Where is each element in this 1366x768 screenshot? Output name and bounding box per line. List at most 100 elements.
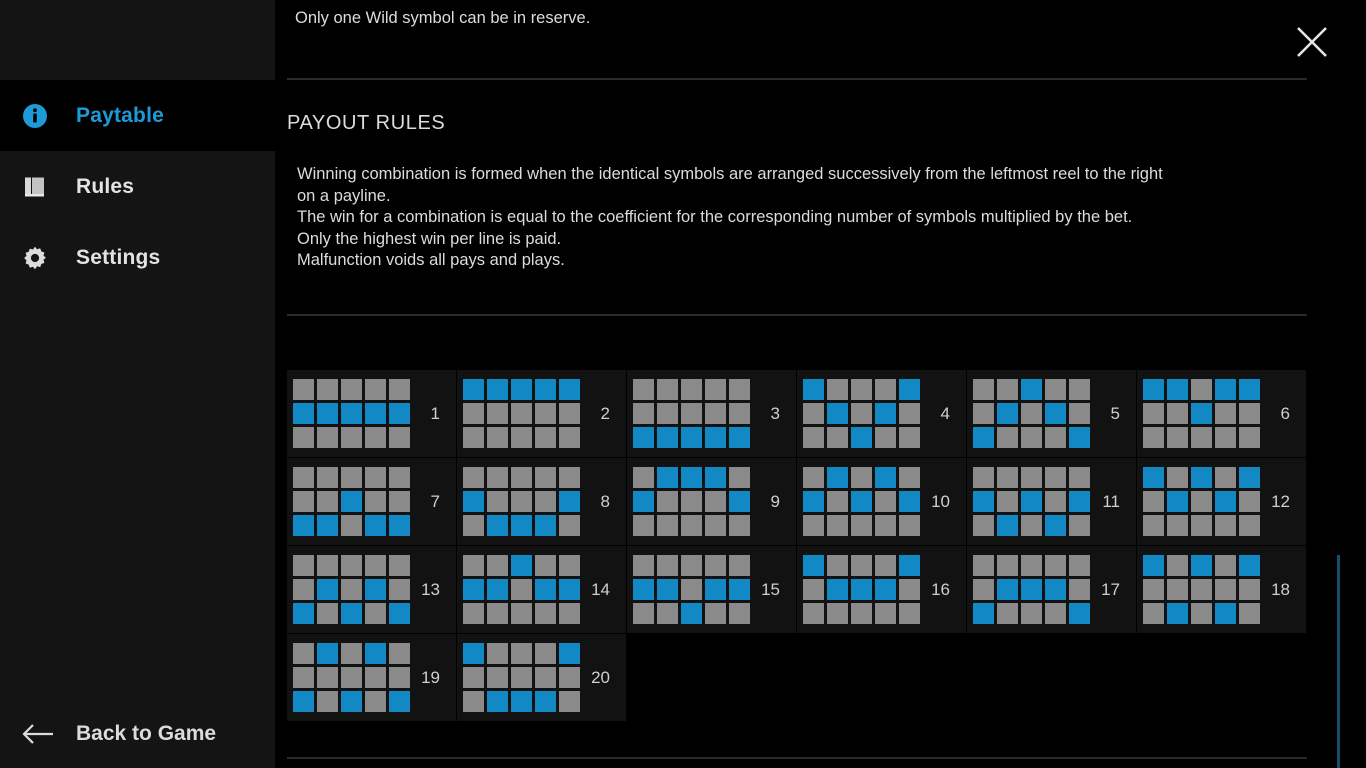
payline-square [293, 491, 314, 512]
payline-square [365, 515, 386, 536]
payline-number: 18 [1271, 579, 1290, 599]
payline-square [827, 427, 848, 448]
payline-cell-18[interactable]: 18 [1137, 546, 1307, 634]
payline-cell-empty [797, 634, 967, 722]
payline-cell-7[interactable]: 7 [287, 458, 457, 546]
payline-number: 10 [931, 491, 950, 511]
payline-square [365, 467, 386, 488]
payline-square [535, 555, 556, 576]
payline-square [365, 379, 386, 400]
payline-cell-9[interactable]: 9 [627, 458, 797, 546]
payline-square [1021, 603, 1042, 624]
payline-square [705, 379, 726, 400]
payline-square [1215, 515, 1236, 536]
payline-square [317, 427, 338, 448]
payline-square [1167, 427, 1188, 448]
payline-square [1191, 555, 1212, 576]
payline-square [511, 579, 532, 600]
payline-cell-15[interactable]: 15 [627, 546, 797, 634]
payline-square [633, 427, 654, 448]
payline-square [317, 467, 338, 488]
payline-square [997, 555, 1018, 576]
payout-rule-line: Winning combination is formed when the i… [297, 165, 1163, 183]
payline-square [1021, 579, 1042, 600]
payline-pattern [463, 379, 580, 448]
payline-pattern [633, 467, 750, 536]
payline-cell-6[interactable]: 6 [1137, 370, 1307, 458]
payline-cell-20[interactable]: 20 [457, 634, 627, 722]
payline-square [875, 579, 896, 600]
payline-square [899, 491, 920, 512]
payline-cell-12[interactable]: 12 [1137, 458, 1307, 546]
sidebar-item-rules[interactable]: Rules [0, 151, 275, 222]
payline-square [463, 603, 484, 624]
payline-cell-2[interactable]: 2 [457, 370, 627, 458]
payline-pattern [973, 379, 1090, 448]
payline-cell-3[interactable]: 3 [627, 370, 797, 458]
payline-square [317, 379, 338, 400]
payline-square [729, 491, 750, 512]
payline-cell-14[interactable]: 14 [457, 546, 627, 634]
close-icon[interactable] [1292, 22, 1332, 62]
payline-square [487, 427, 508, 448]
sidebar-item-paytable[interactable]: Paytable [0, 80, 275, 151]
payline-pattern [633, 379, 750, 448]
payline-square [1021, 379, 1042, 400]
payline-cell-4[interactable]: 4 [797, 370, 967, 458]
payline-cell-1[interactable]: 1 [287, 370, 457, 458]
payline-square [1021, 555, 1042, 576]
payline-square [389, 515, 410, 536]
payline-square [1021, 467, 1042, 488]
payline-square [827, 403, 848, 424]
payline-square [997, 467, 1018, 488]
payline-square [365, 643, 386, 664]
payline-square [1191, 491, 1212, 512]
payline-cell-13[interactable]: 13 [287, 546, 457, 634]
payline-square [705, 515, 726, 536]
payline-pattern [633, 555, 750, 624]
payline-square [293, 515, 314, 536]
payline-number: 20 [591, 667, 610, 687]
payline-square [875, 555, 896, 576]
payline-square [511, 467, 532, 488]
payline-square [389, 691, 410, 712]
payline-square [973, 427, 994, 448]
payline-square [997, 579, 1018, 600]
payline-square [341, 491, 362, 512]
divider-bottom [287, 757, 1307, 759]
payline-square [559, 579, 580, 600]
payline-square [1191, 579, 1212, 600]
payline-square [293, 379, 314, 400]
payline-square [1167, 379, 1188, 400]
payline-square [341, 555, 362, 576]
payline-square [1021, 515, 1042, 536]
payline-square [681, 427, 702, 448]
sidebar-item-settings[interactable]: Settings [0, 222, 275, 293]
payline-square [341, 379, 362, 400]
back-to-game-button[interactable]: Back to Game [0, 700, 275, 768]
payline-number: 19 [421, 667, 440, 687]
payline-cell-19[interactable]: 19 [287, 634, 457, 722]
payline-square [317, 555, 338, 576]
payline-square [657, 579, 678, 600]
payline-square [511, 691, 532, 712]
payline-cell-16[interactable]: 16 [797, 546, 967, 634]
payline-cell-8[interactable]: 8 [457, 458, 627, 546]
payline-cell-17[interactable]: 17 [967, 546, 1137, 634]
payline-square [487, 579, 508, 600]
payline-cell-5[interactable]: 5 [967, 370, 1137, 458]
payline-square [487, 403, 508, 424]
payline-cell-11[interactable]: 11 [967, 458, 1137, 546]
payline-square [1239, 403, 1260, 424]
payline-square [1045, 467, 1066, 488]
payline-number: 3 [770, 403, 780, 423]
payline-square [559, 555, 580, 576]
payline-cell-10[interactable]: 10 [797, 458, 967, 546]
scrollbar-thumb[interactable] [1337, 555, 1340, 768]
payline-square [827, 467, 848, 488]
payline-square [365, 427, 386, 448]
payline-square [535, 667, 556, 688]
payline-square [511, 491, 532, 512]
payout-rule-line: Malfunction voids all pays and plays. [297, 251, 565, 269]
payline-square [559, 491, 580, 512]
